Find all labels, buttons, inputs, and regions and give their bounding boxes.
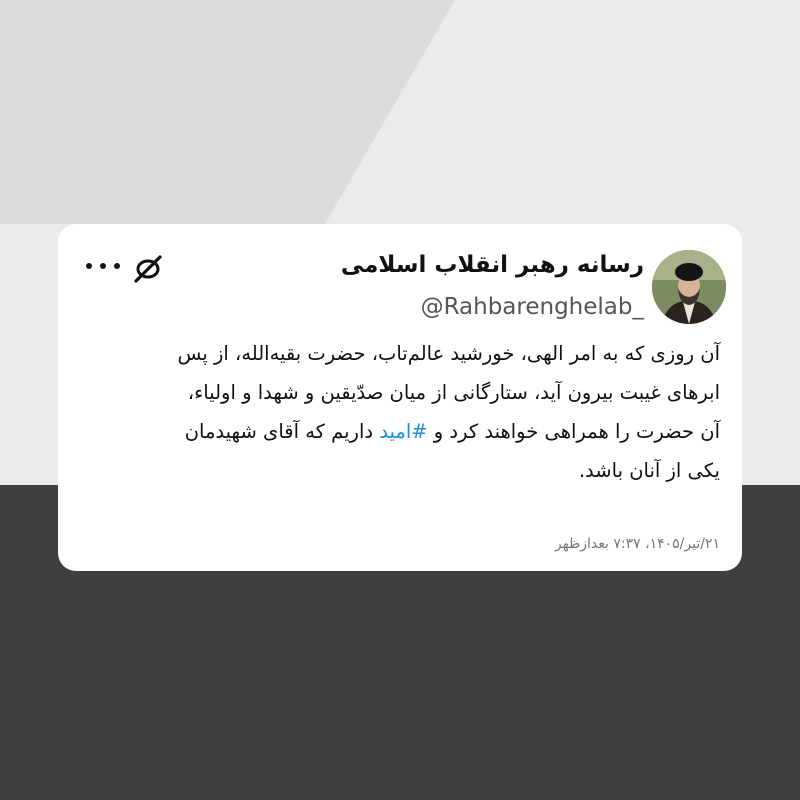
tweet-line: یکی از آنان باشد. [578, 459, 720, 482]
tweet-text-segment: آن حضرت را همراهی خواهند کرد و [427, 420, 720, 443]
hashtag-link[interactable]: #امید [379, 420, 427, 443]
avatar[interactable] [652, 250, 726, 324]
tweet-text: آن روزی که به امر الهی، خورشید عالم‌تاب،… [80, 334, 721, 490]
timestamp: ۲۱/تیر/۱۴۰۵، ۷:۳۷ بعدازظهر [554, 536, 720, 552]
author-handle[interactable]: @Rahbarenghelab_ [421, 294, 644, 320]
tweet-text-segment: داریم که آقای شهیدمان [184, 420, 380, 443]
tweet-line: آن روزی که به امر الهی، خورشید عالم‌تاب،… [177, 342, 721, 365]
x-logo-icon [132, 254, 164, 284]
tweet-line: ابرهای غیبت بیرون آید، ستارگانی از میان … [187, 381, 720, 404]
tweet-card: رسانه رهبر انقلاب اسلامی @Rahbarenghelab… [58, 224, 742, 571]
tweet-line: آن حضرت را همراهی خواهند کرد و #امید دار… [80, 412, 720, 451]
more-icon[interactable] [86, 258, 120, 274]
author-name[interactable]: رسانه رهبر انقلاب اسلامی [341, 252, 644, 278]
